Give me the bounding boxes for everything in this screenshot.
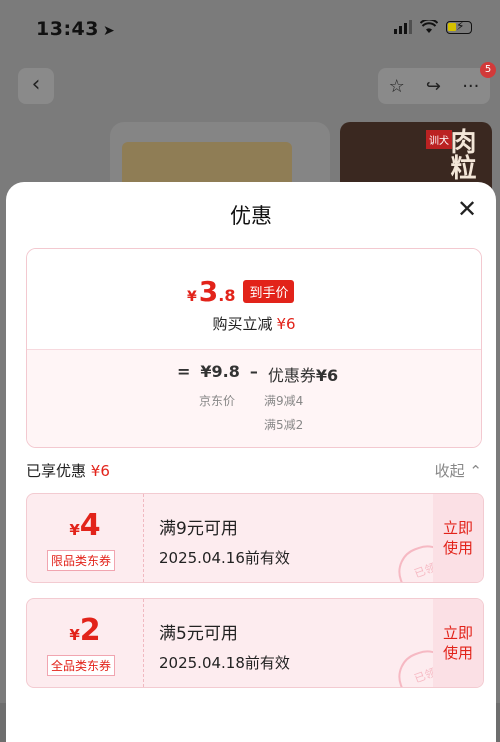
chevron-up-icon: ⌃ (469, 462, 482, 480)
battery-charging-icon: ⚡ (446, 19, 472, 34)
enjoyed-discount: 已享优惠 ¥6 (26, 462, 110, 480)
coupon-type: 限品类东券 (47, 550, 116, 571)
star-icon[interactable]: ☆ (389, 76, 405, 97)
signal-icon (394, 20, 412, 34)
nav-actions: ☆ ↪ ··· 5 (378, 62, 496, 104)
coupon-condition: 满5元可用 (159, 624, 238, 644)
sheet-title: 优惠 (230, 204, 272, 228)
divider (143, 494, 144, 582)
price-breakdown: ¥ 3 .8 到手价 购买立减 ¥6 = ¥9.8 – 优惠券¥6 京东价 满9减… (26, 248, 482, 448)
final-price: ¥ 3 .8 到手价 (187, 275, 295, 308)
location-arrow-icon: ➤ (102, 23, 116, 39)
coupon-validity: 2025.04.18前有效 (159, 654, 290, 672)
more-icon[interactable]: ··· (462, 76, 479, 97)
thumb-tag: 训犬 (426, 130, 452, 149)
notification-badge: 5 (480, 62, 496, 78)
coupon-card: ¥2 全品类东券 满5元可用 2025.04.18前有效 已领 立即 使用 (26, 598, 484, 688)
price-formula: = ¥9.8 – 优惠券¥6 (177, 362, 339, 385)
wifi-icon (420, 20, 438, 33)
coupon-type: 全品类东券 (47, 655, 116, 676)
coupon-amount: ¥2 (69, 613, 101, 648)
final-price-tag: 到手价 (243, 280, 295, 303)
coupon-amount: ¥4 (69, 508, 101, 543)
collapse-button[interactable]: 收起 ⌃ (435, 460, 482, 481)
use-now-button[interactable]: 立即 使用 (433, 599, 483, 687)
close-icon[interactable]: ✕ (456, 197, 478, 221)
back-button[interactable]: ‹ (18, 68, 54, 104)
status-time: 13:43 (36, 18, 99, 40)
coupon-card: ¥4 限品类东券 满9元可用 2025.04.16前有效 已领 立即 使用 (26, 493, 484, 583)
coupon-condition: 满9元可用 (159, 519, 238, 539)
coupon-condition-2: 满5减2 (264, 418, 304, 432)
instant-reduction: 购买立减 ¥6 (212, 315, 296, 333)
use-now-button[interactable]: 立即 使用 (433, 494, 483, 582)
divider (143, 599, 144, 687)
discount-sheet: 优惠 ✕ ¥ 3 .8 到手价 购买立减 ¥6 = ¥9.8 – 优惠券¥6 京东… (6, 182, 496, 742)
coupon-validity: 2025.04.16前有效 (159, 549, 290, 567)
status-bar: 13:43 ➤ ⚡ (0, 0, 500, 60)
coupon-condition-1: 满9减4 (264, 394, 304, 408)
base-price: ¥9.8 (200, 362, 240, 381)
base-price-label: 京东价 (199, 394, 236, 408)
chevron-left-icon: ‹ (31, 72, 41, 97)
share-icon[interactable]: ↪ (426, 76, 441, 97)
